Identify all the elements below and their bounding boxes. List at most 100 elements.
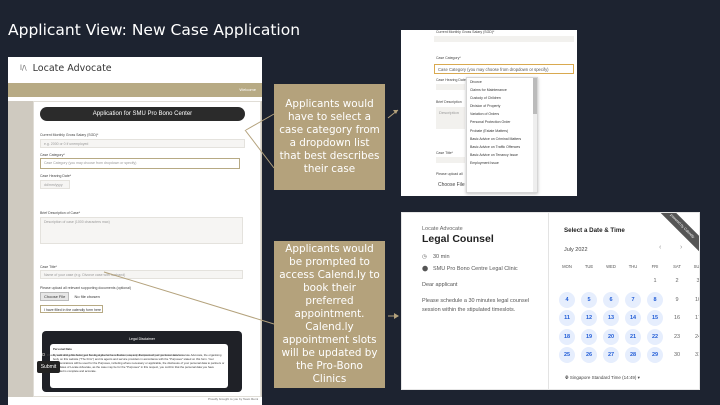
calendly-screenshot: Locate Advocate Legal Counsel ◷ 30 min ⬤… [401, 212, 700, 390]
no-file-text: No file chosen [74, 294, 100, 299]
calendar-day[interactable]: 8 [647, 291, 663, 308]
duration-row: ◷ 30 min [422, 254, 450, 260]
calendar-day[interactable]: 11 [559, 310, 575, 326]
income-label: Current Monthly Gross Salary (SGD)* [40, 133, 99, 137]
agree-checkbox[interactable] [42, 353, 45, 356]
calendar-day[interactable]: 14 [625, 310, 641, 326]
brand-logo-icon: l/\ [20, 64, 27, 72]
location-text: SMU Pro Bono Centre Legal Clinic [433, 266, 518, 272]
case-title-label: Case Title* [40, 265, 57, 269]
dd-case-title-label: Case Title* [436, 151, 453, 155]
weekday-header: SUN [693, 264, 700, 269]
agree-checkbox-row[interactable]: I have read and acknowledged the legal d… [42, 353, 184, 357]
header-band: Welcome [8, 83, 262, 97]
dd-brief-label: Brief Description [436, 100, 462, 104]
calendar-day: 3 [696, 278, 700, 284]
calendar-day[interactable]: 6 [603, 291, 619, 308]
dropdown-option[interactable]: Claims for Maintenance [467, 86, 537, 94]
instructions-text: Please schedule a 30 minutes legal couns… [422, 298, 530, 313]
calendly-divider [548, 213, 549, 389]
submit-button[interactable]: Submit [37, 361, 60, 373]
calendar-day[interactable]: 22 [647, 328, 663, 345]
calendar-day: 16 [673, 315, 681, 321]
calendar-day[interactable]: 29 [647, 347, 663, 363]
dropdown-screenshot: Current Monthly Gross Salary (SGD)* Case… [401, 30, 577, 196]
next-month-icon[interactable]: › [680, 244, 682, 251]
case-category-input[interactable]: Case Category (you may choose from dropd… [40, 158, 240, 169]
calendar-day[interactable]: 12 [581, 310, 597, 326]
dd-category-select[interactable]: Case Category (you may choose from dropd… [434, 64, 574, 74]
calendar-day[interactable]: 4 [559, 291, 575, 308]
weekday-header: FRI [651, 264, 659, 269]
calendar-day[interactable]: 13 [603, 310, 619, 326]
welcome-text: Welcome [239, 87, 256, 92]
calendar-day: 2 [675, 278, 679, 284]
app-name: Locate Advocate [32, 62, 112, 74]
dropdown-scrollbar[interactable] [533, 78, 537, 192]
dd-choose-file-button[interactable]: Choose File [438, 182, 465, 188]
calendar-day[interactable]: 7 [625, 291, 641, 308]
dropdown-option[interactable]: Basic Advice on Traffic Offences [467, 143, 537, 151]
dropdown-option[interactable]: Variation of Orders [467, 110, 537, 118]
greeting-text: Dear applicant [422, 282, 458, 288]
calendar-day[interactable]: 15 [647, 310, 663, 326]
description-textarea[interactable]: Description of case (1000 characters max… [40, 217, 243, 244]
income-input[interactable]: e.g. 2000 or 0 if unemployed [40, 139, 245, 148]
calendar-day: 9 [675, 296, 679, 303]
dropdown-option[interactable]: Basic Advice on Tenancy Issue [467, 151, 537, 159]
disclaimer-box: Personal Data By submitting this Form, y… [50, 344, 228, 388]
weekday-header: THU [628, 264, 638, 269]
calendar-day[interactable]: 27 [603, 347, 619, 363]
dd-case-title-input[interactable] [436, 157, 465, 163]
dd-hearing-label: Case Hearing Date* [436, 78, 468, 82]
timezone-text: Singapore Standard Time (14:49) ▾ [569, 375, 640, 380]
duration-text: 30 min [433, 254, 450, 260]
dd-hearing-input[interactable] [436, 84, 465, 90]
weekday-header: TUE [584, 264, 594, 269]
calendar-day: 31 [694, 352, 699, 358]
location-pin-icon: ⬤ [422, 266, 429, 272]
calendar-day: 24 [694, 333, 699, 340]
select-date-heading: Select a Date & Time [564, 227, 625, 234]
footer-text: Proudly brought to you by Team Remi [208, 397, 259, 401]
dropdown-option[interactable]: Personal Protection Order [467, 118, 537, 126]
upload-label: Please upload all relevant supporting do… [40, 286, 132, 290]
calendar-day[interactable]: 26 [581, 347, 597, 363]
weekday-header: WED [606, 264, 616, 269]
prev-month-icon[interactable]: ‹ [659, 244, 661, 251]
calendar-day[interactable]: 5 [581, 291, 597, 308]
dropdown-option[interactable]: Division of Property [467, 102, 537, 110]
choose-file-button[interactable]: Choose File [40, 292, 70, 301]
dd-upload-label: Please upload all [436, 172, 463, 176]
calendar-day[interactable]: 28 [625, 347, 641, 363]
disclaimer-subheading: Personal Data [53, 347, 72, 351]
file-upload: Choose File No file chosen [40, 292, 100, 301]
calendar-day[interactable]: 21 [625, 328, 641, 345]
legal-disclaimer-panel: Legal Disclaimer Personal Data By submit… [42, 331, 242, 392]
description-label: Brief Description of Case* [40, 211, 81, 215]
dd-income-input[interactable] [434, 36, 574, 42]
calendar-day: 30 [673, 352, 681, 358]
timezone-select[interactable]: 🌐︎ Singapore Standard Time (14:49) ▾ [565, 375, 640, 381]
case-category-label: Case Category* [40, 153, 65, 157]
calendar-day[interactable]: 19 [581, 328, 597, 345]
dropdown-option[interactable]: Probate (Estate Matters) [467, 127, 537, 135]
calendar-day[interactable]: 20 [603, 328, 619, 345]
dropdown-option[interactable]: Custody of Children [467, 94, 537, 102]
dropdown-option[interactable]: Divorce [467, 78, 537, 86]
calendar-day[interactable]: 18 [559, 328, 575, 345]
calendar-day[interactable]: 25 [559, 347, 575, 363]
calendly-link[interactable]: I have filled in the calendly form here [40, 305, 103, 313]
application-form-screenshot: l/\ Locate Advocate Welcome Application … [8, 57, 262, 405]
disclaimer-heading: Legal Disclaimer [129, 337, 155, 341]
hearing-date-input[interactable]: dd/mm/yyyy [40, 180, 70, 189]
case-category-dropdown-list: Divorce Claims for Maintenance Custody of … [466, 77, 538, 193]
callout-calendly: Applicants would be prompted to access C… [274, 241, 385, 388]
case-title-input[interactable]: Name of your case (e.g. Divorce case wit… [40, 270, 243, 279]
dd-description-input[interactable]: Description [436, 107, 465, 129]
app-header: l/\ Locate Advocate [8, 57, 262, 79]
dropdown-option[interactable]: Basic Advice on Criminal Matters [467, 135, 537, 143]
dd-income-label: Current Monthly Gross Salary (SGD)* [436, 30, 495, 34]
dropdown-option[interactable]: Employment Issue [467, 159, 537, 167]
calendly-org: Locate Advocate [422, 226, 463, 232]
